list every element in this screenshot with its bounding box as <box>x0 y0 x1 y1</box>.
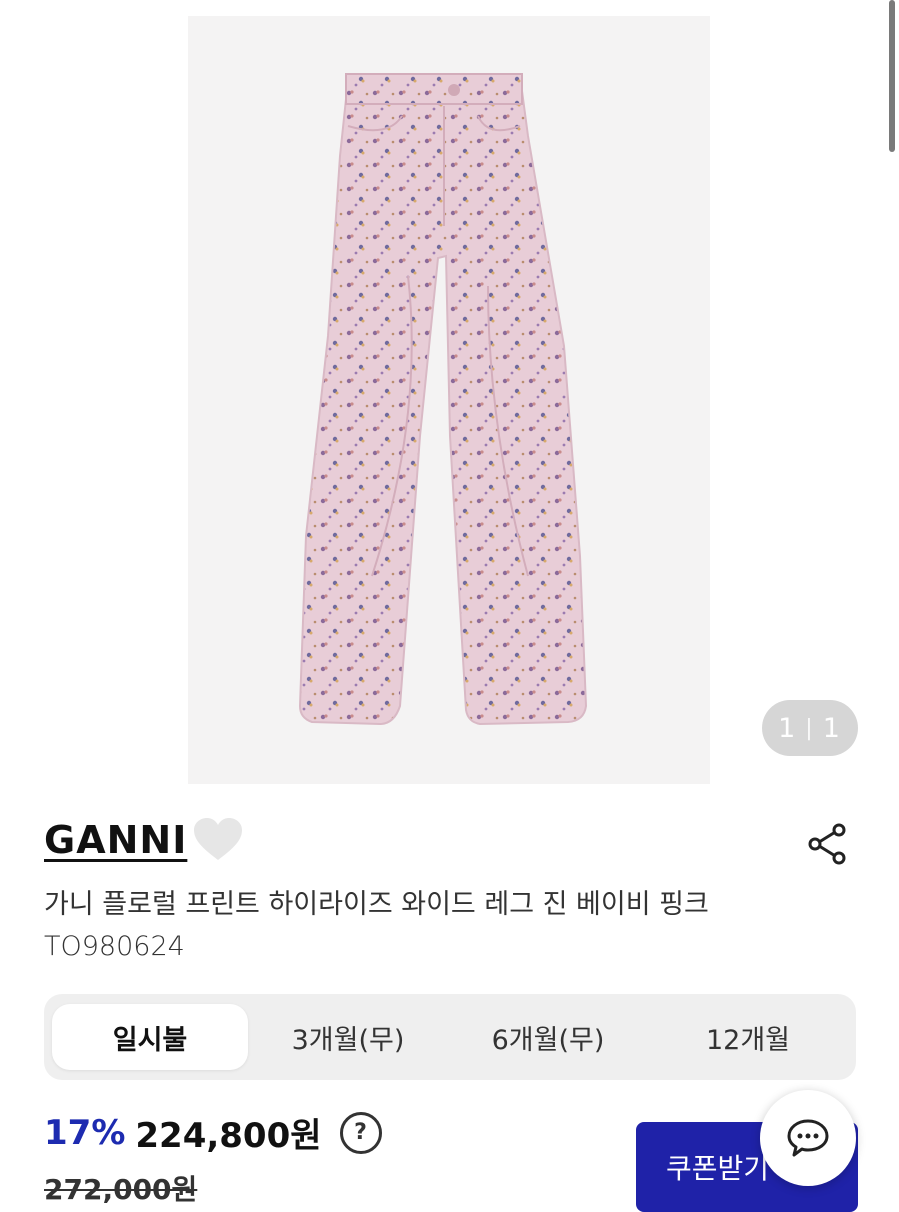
tab-3-months[interactable]: 3개월(무) <box>248 1004 448 1070</box>
installment-tabs: 일시불 3개월(무) 6개월(무) 12개월 <box>44 994 856 1080</box>
counter-separator: | <box>805 715 815 741</box>
product-image[interactable] <box>188 16 710 784</box>
image-counter: 1 | 1 <box>762 700 858 756</box>
chat-bubble-icon <box>787 1119 829 1157</box>
share-icon[interactable] <box>806 822 850 866</box>
tab-12-months[interactable]: 12개월 <box>648 1004 848 1070</box>
original-price: 272,000원 <box>44 1173 198 1206</box>
counter-total: 1 <box>822 712 842 744</box>
coupon-label: 쿠폰받기 <box>666 1152 770 1185</box>
tab-6-months[interactable]: 6개월(무) <box>448 1004 648 1070</box>
product-title: 가니 플로럴 프린트 하이라이즈 와이드 레그 진 베이비 핑크 <box>44 889 709 920</box>
heart-icon[interactable] <box>192 816 244 864</box>
tab-lump-sum[interactable]: 일시불 <box>52 1004 248 1070</box>
product-code: TO980624 <box>44 931 185 962</box>
price-row: 17% 224,800원 ? <box>44 1108 382 1157</box>
help-icon[interactable]: ? <box>339 1111 382 1154</box>
sale-price: 224,800원 <box>135 1116 322 1156</box>
product-title-block: 가니 플로럴 프린트 하이라이즈 와이드 레그 진 베이비 핑크 TO98062… <box>44 884 864 968</box>
counter-current: 1 <box>778 712 798 744</box>
product-gallery[interactable]: 1 | 1 <box>0 0 899 800</box>
discount-rate: 17% <box>44 1112 126 1153</box>
chat-button[interactable] <box>760 1090 856 1186</box>
brand-link[interactable]: GANNI <box>44 818 187 862</box>
